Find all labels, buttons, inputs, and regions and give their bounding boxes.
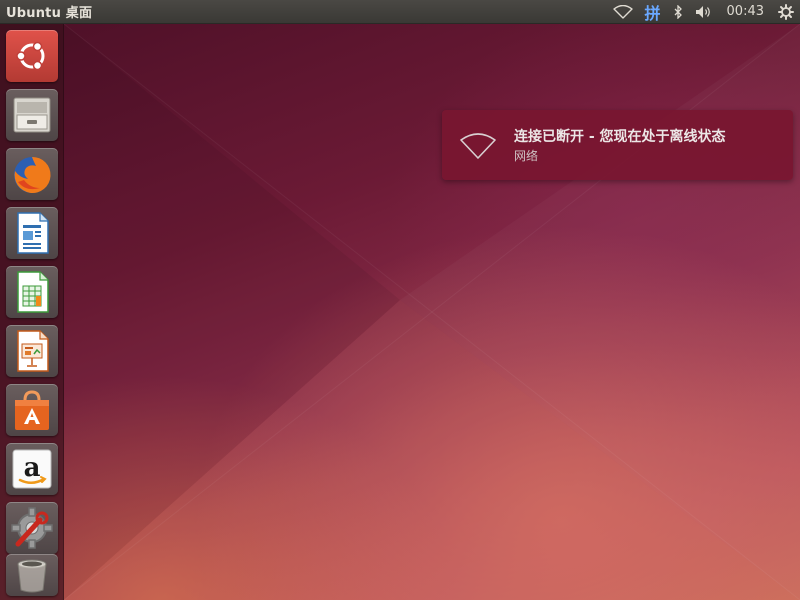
wifi-icon[interactable] (607, 0, 639, 24)
settings-wrench-icon (10, 506, 54, 550)
launcher-item-firefox[interactable] (6, 148, 58, 200)
gear-icon[interactable] (772, 0, 800, 24)
launcher: a (0, 24, 64, 600)
launcher-item-files[interactable] (6, 89, 58, 141)
impress-icon (12, 329, 52, 373)
input-method-indicator[interactable]: 拼 (639, 0, 667, 24)
launcher-item-software[interactable] (6, 384, 58, 436)
svg-text:a: a (24, 453, 41, 483)
launcher-item-dash[interactable] (6, 30, 58, 82)
ubuntu-logo-icon (12, 36, 52, 76)
desktop-wallpaper (0, 0, 800, 600)
notification-title: 连接已断开 - 您现在处于离线状态 (514, 129, 726, 145)
clock[interactable]: 00:43 (719, 0, 772, 24)
firefox-icon (10, 152, 54, 196)
launcher-item-impress[interactable] (6, 325, 58, 377)
notification-bubble: 连接已断开 - 您现在处于离线状态 网络 (442, 110, 793, 180)
top-panel: Ubuntu 桌面 拼 00:43 (0, 0, 800, 24)
active-window-title: Ubuntu 桌面 (6, 6, 93, 21)
calc-icon (12, 270, 52, 314)
trash-icon (12, 556, 52, 594)
launcher-item-trash[interactable] (6, 554, 58, 596)
bluetooth-icon[interactable] (667, 0, 689, 24)
volume-icon[interactable] (689, 0, 719, 24)
writer-icon (12, 211, 52, 255)
launcher-item-writer[interactable] (6, 207, 58, 259)
wallpaper-pattern (63, 23, 800, 600)
launcher-item-amazon[interactable]: a (6, 443, 58, 495)
notification-body: 网络 (514, 149, 539, 163)
launcher-item-settings[interactable] (6, 502, 58, 554)
indicator-area: 拼 00:43 (607, 0, 800, 24)
file-cabinet-icon (11, 94, 53, 136)
launcher-item-calc[interactable] (6, 266, 58, 318)
wifi-disconnected-icon (458, 132, 498, 164)
software-bag-icon (11, 388, 53, 432)
amazon-icon: a (11, 448, 53, 490)
